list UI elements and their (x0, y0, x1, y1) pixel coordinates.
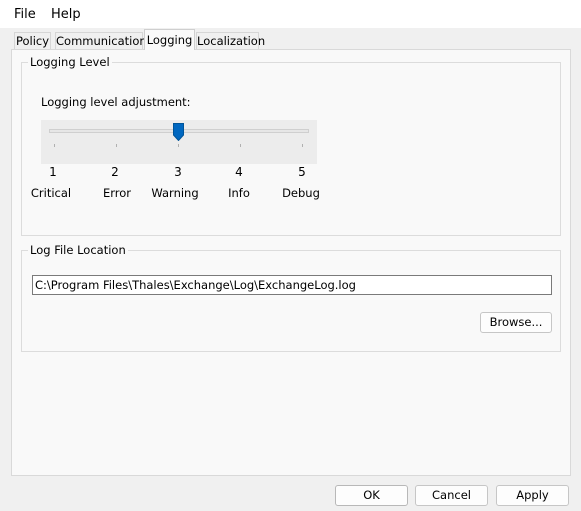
tick-label-debug: Debug (282, 186, 320, 200)
cancel-button[interactable]: Cancel (415, 485, 488, 506)
browse-button[interactable]: Browse... (480, 312, 552, 333)
logging-level-adjust-label: Logging level adjustment: (41, 95, 191, 109)
logging-level-slider[interactable] (41, 120, 317, 164)
menu-file[interactable]: File (14, 7, 36, 22)
log-file-location-group: Log File Location Browse... (21, 243, 561, 352)
logging-tab-panel: Logging Level Logging level adjustment: … (11, 49, 571, 476)
log-file-location-title: Log File Location (28, 243, 128, 257)
slider-tick (240, 144, 241, 147)
tick-number-3: 3 (174, 165, 182, 179)
log-file-path-input[interactable] (32, 275, 552, 295)
slider-thumb[interactable] (173, 123, 184, 141)
tick-label-warning: Warning (151, 186, 199, 200)
logging-level-group: Logging Level Logging level adjustment: … (21, 55, 561, 236)
slider-tick (116, 144, 117, 147)
tick-number-5: 5 (298, 165, 306, 179)
menu-help[interactable]: Help (51, 7, 81, 22)
tick-number-1: 1 (49, 165, 57, 179)
tab-strip: Policy Communications Logging Localizati… (0, 28, 581, 50)
tab-localization[interactable]: Localization (196, 32, 265, 49)
tick-label-info: Info (228, 186, 250, 200)
tab-communications[interactable]: Communications (55, 32, 153, 49)
tick-label-critical: Critical (30, 186, 72, 200)
slider-tick (54, 144, 55, 147)
tick-label-error: Error (102, 186, 132, 200)
tick-number-4: 4 (235, 165, 243, 179)
tab-policy[interactable]: Policy (14, 32, 51, 49)
tab-logging[interactable]: Logging (144, 29, 195, 50)
logging-level-title: Logging Level (28, 55, 112, 69)
tick-number-2: 2 (111, 165, 119, 179)
ok-button[interactable]: OK (335, 485, 408, 506)
slider-tick (302, 144, 303, 147)
slider-tick (178, 144, 179, 147)
menu-bar: File Help (0, 0, 581, 28)
apply-button[interactable]: Apply (496, 485, 569, 506)
